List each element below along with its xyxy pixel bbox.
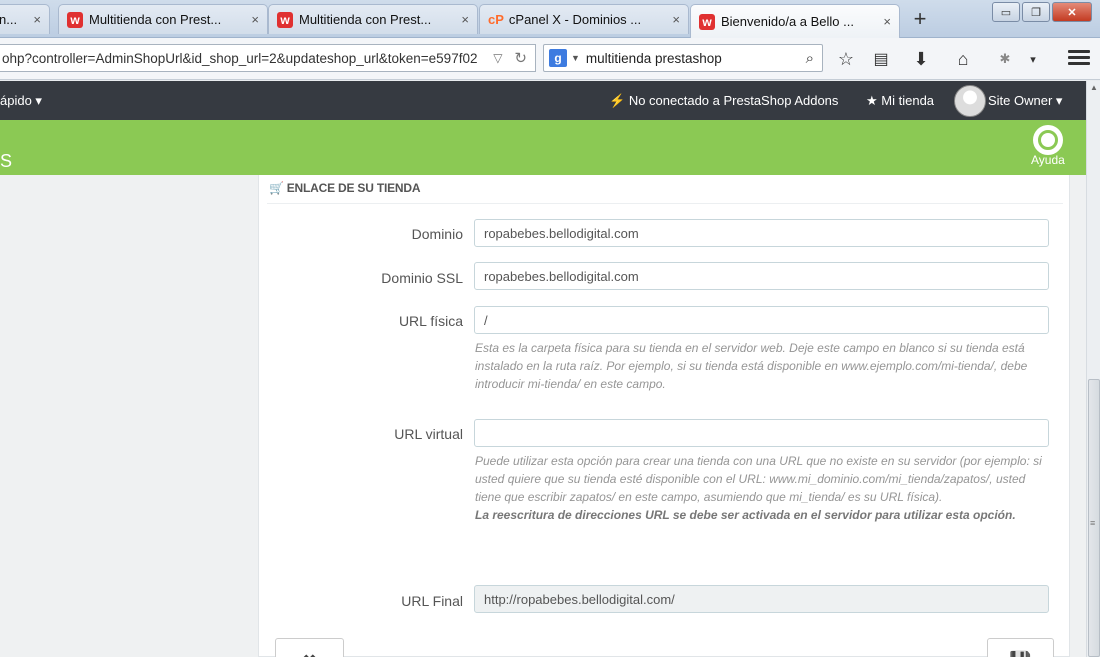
dominio-label: Dominio bbox=[411, 226, 463, 242]
search-bar[interactable]: g ▼ multitienda prestashop ⌕ bbox=[543, 44, 823, 72]
new-tab-button[interactable]: + bbox=[905, 6, 935, 32]
dropdown-arrow-icon[interactable]: ▽ bbox=[493, 51, 502, 65]
search-icon[interactable]: ⌕ bbox=[806, 50, 814, 67]
url-virtual-help: Puede utilizar esta opción para crear un… bbox=[475, 452, 1053, 524]
shopping-cart-icon: 🛒 bbox=[269, 181, 284, 195]
tab-title: Multitienda con Prest... bbox=[89, 12, 222, 27]
quick-access-menu[interactable]: ápido ▾ bbox=[0, 93, 42, 109]
close-icon: ✖ bbox=[302, 651, 317, 657]
browser-tab-3[interactable]: cP cPanel X - Dominios ... × bbox=[479, 4, 689, 34]
save-icon: 💾 bbox=[1009, 651, 1031, 657]
star-icon: ★ bbox=[866, 93, 878, 108]
lifebuoy-icon[interactable] bbox=[1033, 125, 1063, 155]
tab-title: Multitienda con Prest... bbox=[299, 12, 432, 27]
url-virtual-label: URL virtual bbox=[394, 426, 463, 442]
main-content: 🛒 ENLACE DE SU TIENDA Dominio ropabebes.b… bbox=[0, 175, 1086, 657]
url-fisica-input[interactable]: / bbox=[474, 306, 1049, 334]
tab-title: Bienvenido/a a Bello ... bbox=[721, 14, 854, 29]
minimize-button[interactable]: ▭ bbox=[992, 2, 1020, 22]
my-shop-link[interactable]: ★ Mi tienda bbox=[866, 93, 934, 109]
admin-header: ápido ▾ ⚡ No conectado a PrestaShop Addo… bbox=[0, 81, 1086, 120]
google-search-engine-icon[interactable]: g bbox=[549, 49, 567, 67]
url-rewrite-warning: La reescritura de direcciones URL se deb… bbox=[475, 508, 1016, 522]
addon-dropdown-icon[interactable]: ▾ bbox=[1020, 46, 1046, 72]
url-text: ohp?controller=AdminShopUrl&id_shop_url=… bbox=[2, 50, 478, 66]
reading-list-icon[interactable]: ▤ bbox=[868, 46, 894, 72]
browser-tab-0[interactable]: n... × bbox=[0, 4, 50, 34]
browser-tab-strip: n... × w Multitienda con Prest... × w Mu… bbox=[0, 0, 1100, 38]
scrollbar-thumb[interactable]: ≡ bbox=[1088, 379, 1100, 657]
plug-icon: ⚡ bbox=[609, 93, 626, 108]
page-toolbar: S Ayuda bbox=[0, 120, 1086, 175]
bookmark-star-icon[interactable]: ☆ bbox=[833, 46, 859, 72]
my-shop-label: Mi tienda bbox=[881, 93, 935, 108]
panel-heading: 🛒 ENLACE DE SU TIENDA bbox=[267, 175, 1063, 204]
shop-url-panel: 🛒 ENLACE DE SU TIENDA Dominio ropabebes.b… bbox=[258, 175, 1070, 657]
tab-close-icon[interactable]: × bbox=[883, 14, 891, 29]
user-menu[interactable]: Site Owner ▾ bbox=[988, 93, 1062, 109]
window-controls: ▭ ❐ ✕ bbox=[992, 2, 1092, 22]
tab-close-icon[interactable]: × bbox=[461, 12, 469, 27]
dominio-input[interactable]: ropabebes.bellodigital.com bbox=[474, 219, 1049, 247]
url-fisica-label: URL física bbox=[398, 313, 463, 329]
browser-tab-1[interactable]: w Multitienda con Prest... × bbox=[58, 4, 268, 34]
browser-tab-2[interactable]: w Multitienda con Prest... × bbox=[268, 4, 478, 34]
addons-connection-link[interactable]: ⚡ No conectado a PrestaShop Addons bbox=[609, 93, 838, 109]
address-bar[interactable]: ohp?controller=AdminShopUrl&id_shop_url=… bbox=[0, 44, 536, 72]
reload-icon[interactable]: ↻ bbox=[514, 49, 527, 67]
tab-title: cPanel X - Dominios ... bbox=[508, 12, 642, 27]
url-virtual-help-text: Puede utilizar esta opción para crear un… bbox=[475, 454, 1042, 504]
tab-title: n... bbox=[0, 12, 18, 27]
cancel-button[interactable]: ✖ bbox=[275, 638, 344, 657]
close-window-button[interactable]: ✕ bbox=[1052, 2, 1092, 22]
url-virtual-input[interactable] bbox=[474, 419, 1049, 447]
browser-navigation-bar: ohp?controller=AdminShopUrl&id_shop_url=… bbox=[0, 38, 1100, 80]
url-fisica-help: Esta es la carpeta física para su tienda… bbox=[475, 341, 1028, 391]
download-icon[interactable]: ⬇ bbox=[908, 46, 934, 72]
url-final-label: URL Final bbox=[401, 593, 463, 609]
page-scrollbar[interactable]: ▲ ≡ bbox=[1086, 81, 1100, 657]
wix-favicon-icon: w bbox=[67, 11, 83, 28]
scrollbar-grip-icon: ≡ bbox=[1090, 518, 1096, 528]
avatar[interactable] bbox=[954, 85, 986, 117]
url-final-readonly: http://ropabebes.bellodigital.com/ bbox=[474, 585, 1049, 613]
cpanel-favicon-icon: cP bbox=[488, 12, 504, 27]
addons-status-label: No conectado a PrestaShop Addons bbox=[628, 93, 839, 108]
panel-heading-label: ENLACE DE SU TIENDA bbox=[286, 181, 421, 195]
home-icon[interactable]: ⌂ bbox=[950, 46, 976, 72]
browser-tab-4[interactable]: w Bienvenido/a a Bello ... × bbox=[690, 4, 900, 38]
tab-close-icon[interactable]: × bbox=[251, 12, 259, 27]
tab-close-icon[interactable]: × bbox=[672, 12, 680, 27]
hamburger-menu-icon[interactable] bbox=[1068, 47, 1090, 69]
search-query: multitienda prestashop bbox=[585, 50, 722, 66]
save-button[interactable]: 💾 bbox=[987, 638, 1054, 657]
scroll-up-icon[interactable]: ▲ bbox=[1090, 83, 1098, 92]
tab-close-icon[interactable]: × bbox=[33, 12, 41, 27]
help-button[interactable]: Ayuda bbox=[1031, 153, 1065, 167]
page-title-fragment: S bbox=[0, 151, 13, 171]
wix-favicon-icon: w bbox=[699, 13, 715, 30]
dominio-ssl-label: Dominio SSL bbox=[381, 270, 463, 286]
addon-icon[interactable]: ✱ bbox=[992, 46, 1018, 72]
maximize-button[interactable]: ❐ bbox=[1022, 2, 1050, 22]
dominio-ssl-input[interactable]: ropabebes.bellodigital.com bbox=[474, 262, 1049, 290]
search-engine-dropdown-icon[interactable]: ▼ bbox=[571, 53, 580, 63]
wix-favicon-icon: w bbox=[277, 11, 293, 28]
